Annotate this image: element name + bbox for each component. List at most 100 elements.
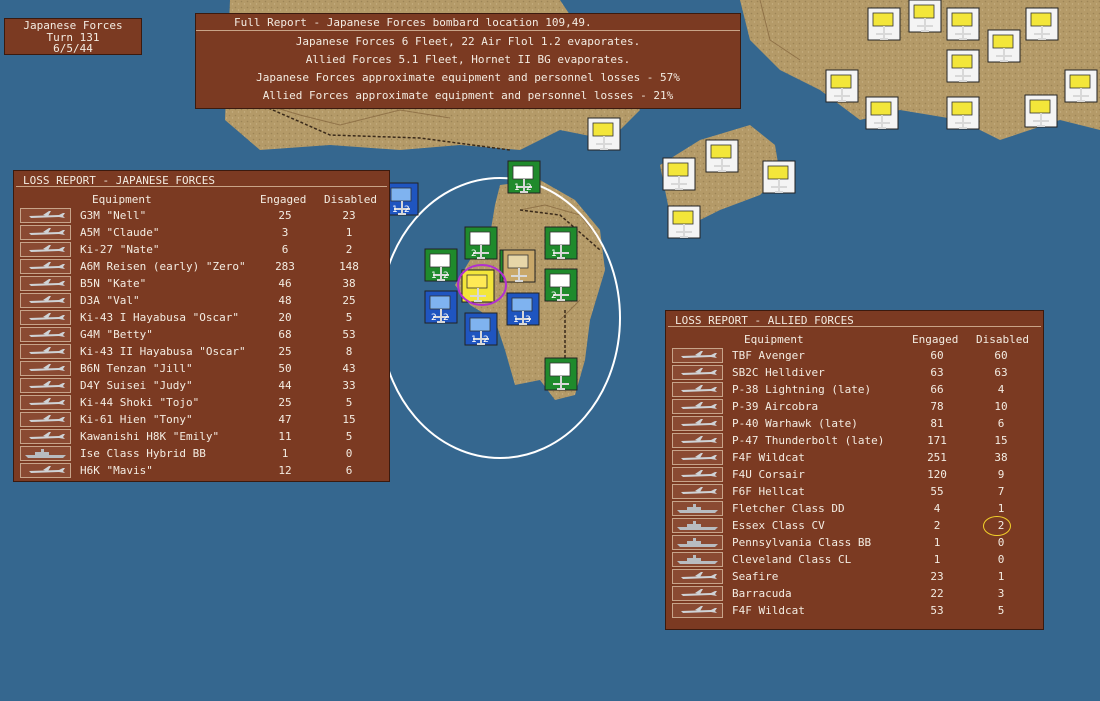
- unit-counter-jp-air[interactable]: 2: [544, 268, 578, 302]
- unit-counter-home-air[interactable]: [1064, 69, 1098, 103]
- disabled-count: 63: [994, 366, 1008, 379]
- engaged-count: 50: [278, 362, 292, 375]
- unit-counter-allied-air[interactable]: 12: [464, 312, 498, 346]
- disabled-count: 3: [997, 587, 1005, 600]
- equipment-name: F4F Wildcat: [732, 604, 805, 617]
- unit-counter-home-air[interactable]: [587, 117, 621, 151]
- loss-row: Fletcher Class DD 4 1: [672, 501, 1032, 518]
- loss-row: Ki-61 Hien "Tony" 47 15: [20, 412, 380, 429]
- unit-counter-jp-air[interactable]: 1: [544, 226, 578, 260]
- unit-counter-allied-air[interactable]: 22: [424, 290, 458, 324]
- equipment-name: G3M "Nell": [80, 209, 147, 222]
- loss-row: Ise Class Hybrid BB 1 0: [20, 446, 380, 463]
- equipment-name: SB2C Helldiver: [732, 366, 825, 379]
- unit-counter-home-air[interactable]: [865, 96, 899, 130]
- loss-row: B6N Tenzan "Jill" 50 43: [20, 361, 380, 378]
- unit-counter-jp-air[interactable]: [544, 357, 578, 391]
- unit-counter-jp-hq[interactable]: [502, 249, 536, 283]
- unit-counter-home-ground[interactable]: [762, 160, 796, 194]
- loss-row: SB2C Helldiver 63 63: [672, 365, 1032, 382]
- loss-row: Seafire 23 1: [672, 569, 1032, 586]
- equipment-name: A5M "Claude": [80, 226, 160, 239]
- disabled-count: 6: [997, 417, 1005, 430]
- equipment-name: Ki-27 "Nate": [80, 243, 160, 256]
- disabled-count: 33: [342, 379, 356, 392]
- col-header-engaged: Engaged: [260, 193, 307, 206]
- ship-icon: [20, 446, 71, 461]
- loss-row: Pennsylvania Class BB 1 0: [672, 535, 1032, 552]
- unit-counter-jp-air[interactable]: 2: [464, 226, 498, 260]
- unit-counter-home-air[interactable]: [946, 7, 980, 41]
- equipment-name: P-40 Warhawk (late): [732, 417, 858, 430]
- engaged-count: 120: [927, 468, 947, 481]
- unit-strength-label: 1: [514, 183, 520, 193]
- equipment-name: G4M "Betty": [80, 328, 153, 341]
- unit-counter-jp-air[interactable]: 12: [507, 160, 541, 194]
- unit-counter-home-air[interactable]: [946, 49, 980, 83]
- loss-row: B5N "Kate" 46 38: [20, 276, 380, 293]
- aircraft-icon: [672, 348, 723, 363]
- loss-row: Ki-44 Shoki "Tojo" 25 5: [20, 395, 380, 412]
- unit-counter-home-ground[interactable]: [705, 139, 739, 173]
- equipment-name: Barracuda: [732, 587, 792, 600]
- ship-icon: [672, 501, 723, 516]
- engaged-count: 60: [930, 349, 944, 362]
- aircraft-icon: [20, 225, 71, 240]
- equipment-name: H6K "Mavis": [80, 464, 153, 477]
- equipment-name: Pennsylvania Class BB: [732, 536, 872, 549]
- unit-counter-home-ground[interactable]: [908, 0, 942, 33]
- loss-row: Kawanishi H8K "Emily" 11 5: [20, 429, 380, 446]
- unit-counter-home-ground[interactable]: [667, 205, 701, 239]
- loss-row: P-47 Thunderbolt (late) 171 15: [672, 433, 1032, 450]
- disabled-count: 38: [994, 451, 1008, 464]
- equipment-name: Ki-43 II Hayabusa "Oscar": [80, 345, 246, 358]
- unit-counter-home-air[interactable]: [825, 69, 859, 103]
- aircraft-icon: [672, 399, 723, 414]
- unit-counter-home-air[interactable]: [867, 7, 901, 41]
- engaged-count: 171: [927, 434, 947, 447]
- unit-counter-home-ground[interactable]: [662, 157, 696, 191]
- unit-counter-home-air[interactable]: [1024, 94, 1058, 128]
- engaged-count: 251: [927, 451, 947, 464]
- allied-loss-report-panel: LOSS REPORT - ALLIED FORCES Equipment En…: [665, 310, 1044, 630]
- aircraft-icon: [20, 293, 71, 308]
- disabled-count: 0: [997, 553, 1005, 566]
- full-report-line: Allied Forces 5.1 Fleet, Hornet II BG ev…: [305, 53, 631, 66]
- disabled-count: 5: [997, 604, 1005, 617]
- disabled-count: 1: [345, 226, 353, 239]
- engaged-count: 47: [278, 413, 292, 426]
- disabled-count: 60: [994, 349, 1008, 362]
- equipment-name: B6N Tenzan "Jill": [80, 362, 193, 375]
- engaged-count: 1: [933, 553, 941, 566]
- disabled-count: 5: [345, 396, 353, 409]
- unit-counter-home-air[interactable]: [987, 29, 1021, 63]
- aircraft-icon: [672, 603, 723, 618]
- engaged-count: 78: [930, 400, 944, 413]
- unit-counter-home-air[interactable]: [1025, 7, 1059, 41]
- aircraft-icon: [20, 242, 71, 257]
- unit-counter-jp-selected[interactable]: [461, 269, 495, 303]
- loss-row: G4M "Betty" 68 53: [20, 327, 380, 344]
- engaged-count: 81: [930, 417, 944, 430]
- ship-icon: [672, 518, 723, 533]
- engaged-count: 44: [278, 379, 292, 392]
- unit-counter-allied-air[interactable]: 12: [385, 182, 419, 216]
- equipment-name: F4F Wildcat: [732, 451, 805, 464]
- equipment-name: Seafire: [732, 570, 779, 583]
- col-header-disabled: Disabled: [976, 333, 1029, 346]
- engaged-count: 22: [930, 587, 944, 600]
- unit-counter-allied-air[interactable]: 13: [506, 292, 540, 326]
- unit-counter-home-air[interactable]: [946, 96, 980, 130]
- unit-strength-label: 2: [526, 183, 532, 193]
- engaged-count: 25: [278, 396, 292, 409]
- engaged-count: 6: [281, 243, 289, 256]
- turn-side: Japanese Forces: [23, 19, 123, 32]
- disabled-count: 148: [339, 260, 359, 273]
- col-header-equipment: Equipment: [744, 333, 804, 346]
- engaged-count: 23: [930, 570, 944, 583]
- equipment-name: Ise Class Hybrid BB: [80, 447, 206, 460]
- disabled-count: 10: [994, 400, 1008, 413]
- highlight-circle: [983, 516, 1011, 536]
- loss-row: P-38 Lightning (late) 66 4: [672, 382, 1032, 399]
- unit-counter-jp-air[interactable]: 12: [424, 248, 458, 282]
